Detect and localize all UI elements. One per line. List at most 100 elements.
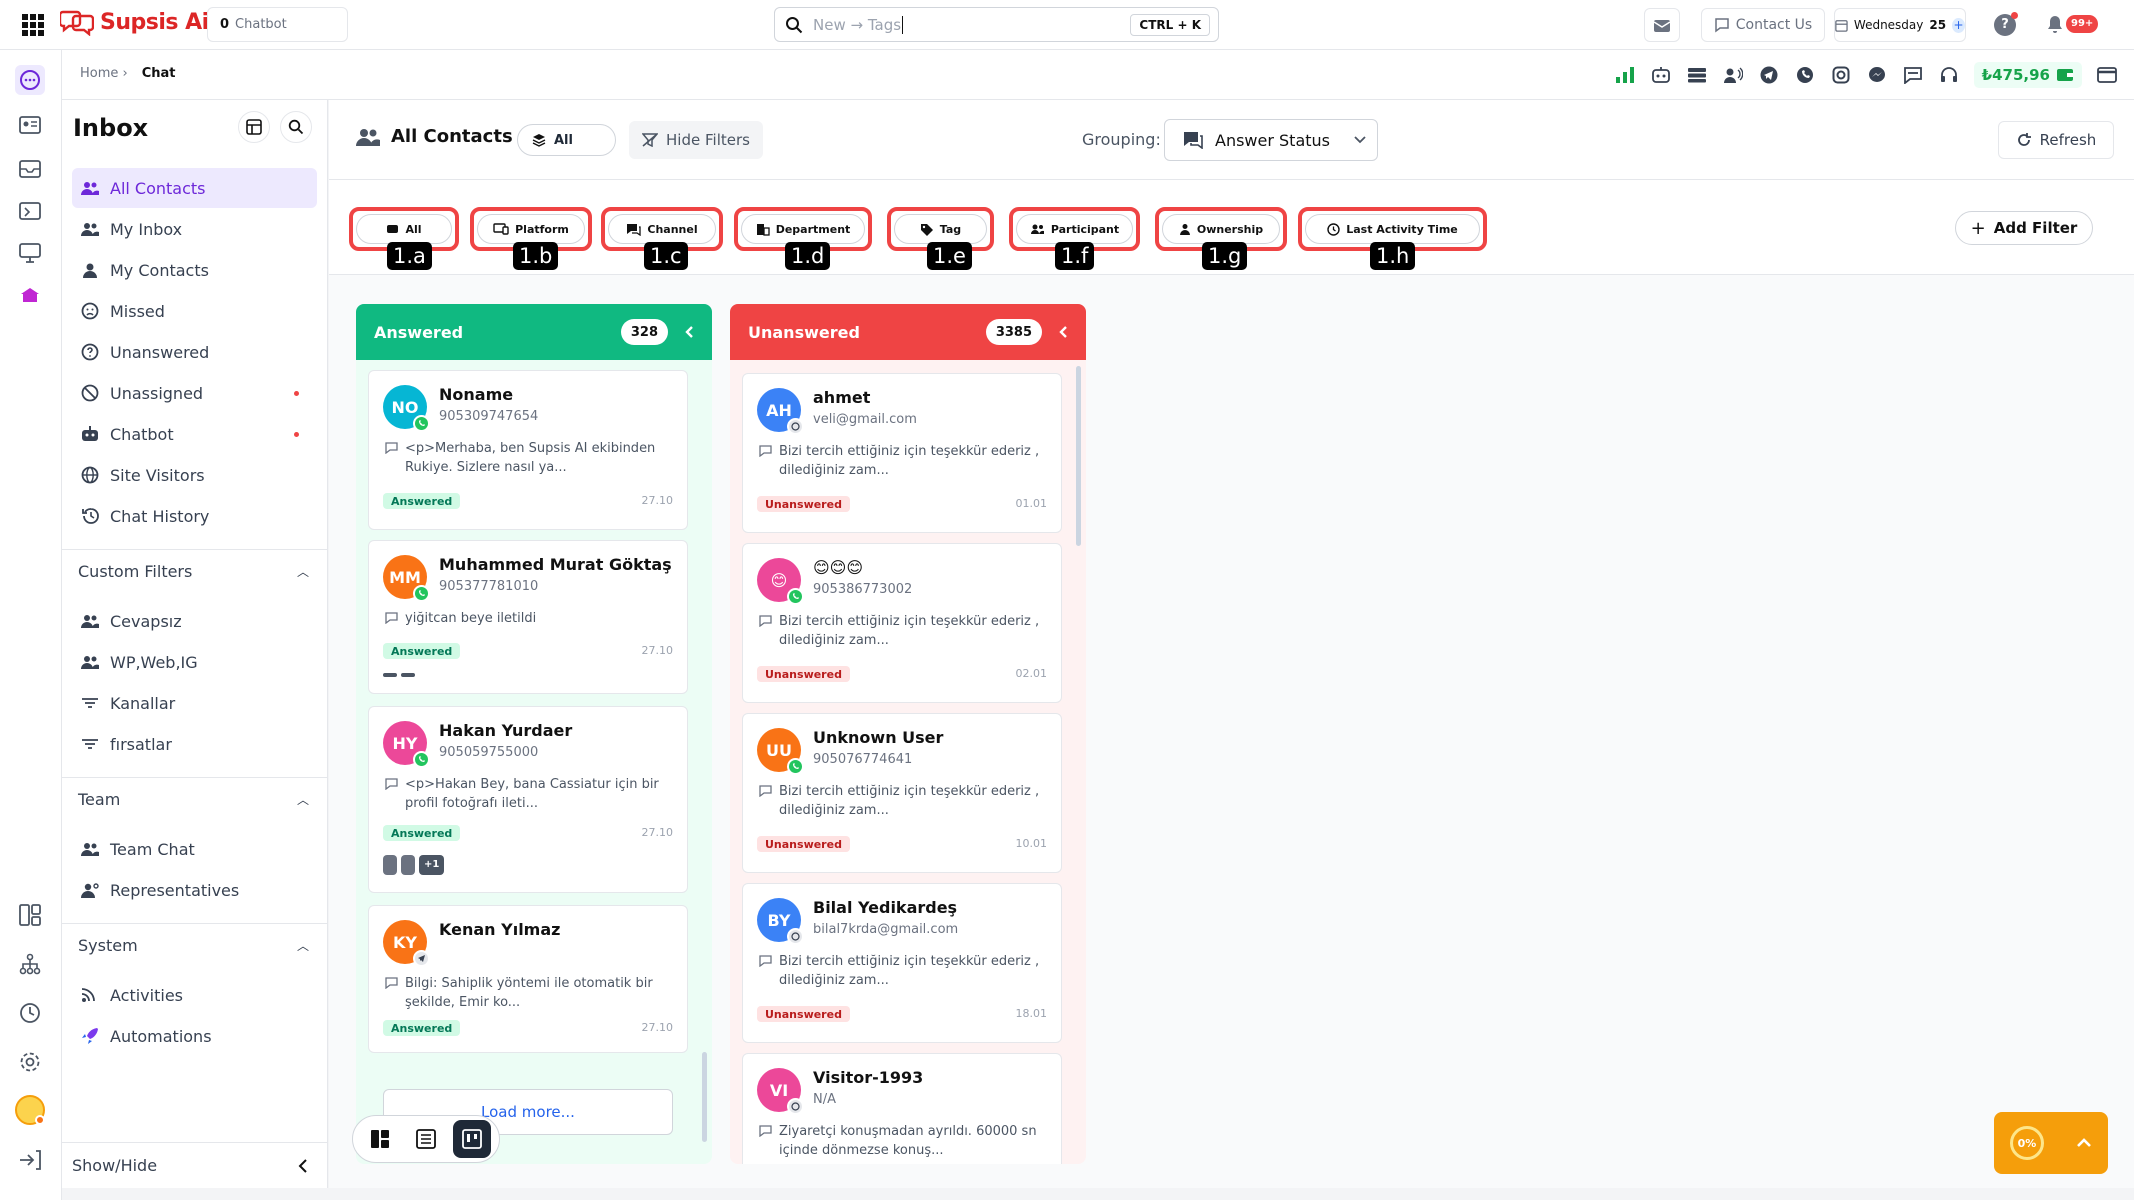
chatbot-counter[interactable]: 0 Chatbot	[207, 7, 348, 42]
show-hide-toggle[interactable]: Show/Hide	[62, 1142, 327, 1188]
contact-card[interactable]: KY Kenan Yılmaz Bilgi: Sahiplik yöntemi …	[368, 905, 688, 1053]
rail-contacts-card-icon[interactable]	[15, 110, 45, 140]
chevron-left-icon[interactable]	[1058, 325, 1068, 339]
tag-more-count[interactable]: +1	[419, 855, 445, 875]
sidebar-item-unanswered[interactable]: Unanswered	[72, 332, 317, 372]
rail-monitor-icon[interactable]	[15, 238, 45, 268]
whatsapp-icon[interactable]	[1794, 64, 1816, 86]
instagram-icon[interactable]	[1830, 64, 1852, 86]
mail-button[interactable]	[1644, 8, 1680, 42]
card-date: 27.10	[641, 826, 674, 839]
custom-filter-cevapsiz[interactable]: Cevapsız	[72, 601, 317, 641]
layout-toggle-button[interactable]	[238, 111, 270, 143]
sidebar-item-label: Unassigned	[110, 383, 204, 403]
sidebar-item-my-contacts[interactable]: My Contacts	[72, 250, 317, 290]
refresh-button[interactable]: Refresh	[1998, 121, 2114, 159]
view-list-button[interactable]	[407, 1120, 445, 1158]
rail-ticket-icon[interactable]	[15, 196, 45, 226]
contact-us-button[interactable]: Contact Us	[1701, 8, 1825, 42]
rail-hierarchy-icon[interactable]	[15, 949, 45, 979]
column-scrollbar[interactable]	[702, 1052, 707, 1142]
window-icon[interactable]	[2096, 64, 2118, 86]
bot-icon[interactable]	[1650, 64, 1672, 86]
headset-icon[interactable]	[1938, 64, 1960, 86]
filter-badge-1a: 1.a	[387, 242, 432, 270]
list-stack-icon[interactable]	[1686, 64, 1708, 86]
breadcrumb-home[interactable]: Home ›	[80, 66, 128, 81]
contact-card[interactable]: VI Visitor-1993 N/A Ziyaretçi konuşmadan…	[742, 1053, 1062, 1164]
message-bubble-icon	[759, 955, 772, 967]
rail-settings-gear-icon[interactable]	[15, 1047, 45, 1077]
sidebar-item-my-inbox[interactable]: My Inbox	[72, 209, 317, 249]
contact-card[interactable]: AH ahmet veli@gmail.com Bizi tercih etti…	[742, 373, 1062, 533]
custom-filters-header[interactable]: Custom Filters ︿	[62, 549, 327, 593]
contact-card[interactable]: BY Bilal Yedikardeş bilal7krda@gmail.com…	[742, 883, 1062, 1043]
sms-icon[interactable]	[1902, 64, 1924, 86]
balance-badge[interactable]: ₺475,96	[1973, 62, 2082, 88]
chat-icon	[627, 223, 642, 236]
grouping-select[interactable]: Answer Status	[1164, 119, 1378, 161]
add-filter-button[interactable]: + Add Filter	[1955, 211, 2093, 245]
contact-card[interactable]: MM Muhammed Murat Göktaş 905377781010 yi…	[368, 540, 688, 694]
rail-user-avatar[interactable]	[15, 1095, 45, 1125]
date-button[interactable]: Wednesday 25 +	[1834, 8, 1966, 42]
hide-filters-button[interactable]: Hide Filters	[629, 121, 763, 159]
messenger-icon[interactable]	[1866, 64, 1888, 86]
rail-logout-icon[interactable]	[15, 1145, 45, 1175]
filter-chip-label: Ownership	[1196, 222, 1264, 236]
rail-chat-icon[interactable]	[15, 65, 45, 95]
contact-card[interactable]: UU Unknown User 905076774641 Bizi tercih…	[742, 713, 1062, 873]
system-header[interactable]: System ︿	[62, 923, 327, 967]
sidebar-item-site-visitors[interactable]: Site Visitors	[72, 455, 317, 495]
team-header[interactable]: Team ︿	[62, 777, 327, 821]
sidebar-item-chat-history[interactable]: Chat History	[72, 496, 317, 536]
rail-layout-icon[interactable]	[15, 900, 45, 930]
avatar: 😊	[757, 558, 804, 605]
sidebar-item-chatbot[interactable]: Chatbot	[72, 414, 317, 454]
message-bubble-icon	[759, 615, 772, 627]
telegram-icon[interactable]	[1758, 64, 1780, 86]
sidebar-search-button[interactable]	[280, 111, 312, 143]
progress-widget[interactable]: 0%	[1994, 1112, 2108, 1174]
custom-filter-firsatlar[interactable]: fırsatlar	[72, 724, 317, 764]
chevron-left-icon[interactable]	[684, 325, 694, 339]
bell-icon[interactable]	[2046, 14, 2064, 38]
contact-card[interactable]: HY Hakan Yurdaer 905059755000 <p>Hakan B…	[368, 706, 688, 893]
contact-card[interactable]: 😊 😊😊😊 905386773002 Bizi tercih ettiğiniz…	[742, 543, 1062, 703]
last-message-text: Bizi tercih ettiğiniz için teşekkür eder…	[779, 614, 1040, 648]
contact-card[interactable]: NO Noname 905309747654 <p>Merhaba, ben S…	[368, 370, 688, 530]
rail-reports-clock-icon[interactable]	[15, 998, 45, 1028]
sidebar-item-unassigned[interactable]: Unassigned	[72, 373, 317, 413]
team-item-team-chat[interactable]: Team Chat	[72, 829, 317, 869]
team-item-representatives[interactable]: Representatives	[72, 870, 317, 910]
avatar-initials: UU	[766, 740, 792, 760]
help-icon[interactable]: ?	[1994, 12, 2018, 36]
contact-phone: 905309747654	[439, 409, 539, 424]
custom-filter-kanallar[interactable]: Kanallar	[72, 683, 317, 723]
refresh-icon	[2017, 133, 2031, 146]
search-input[interactable]: New → Tags	[813, 16, 901, 34]
scope-all-label: All	[554, 132, 573, 148]
rail-inbox-tray-icon[interactable]	[15, 154, 45, 184]
breadcrumb-bar: Home › Chat ₺475,96	[62, 50, 2134, 100]
global-search[interactable]: New → Tags CTRL + K	[774, 7, 1219, 42]
scope-all-pill[interactable]: All	[517, 124, 616, 156]
voice-user-icon[interactable]	[1722, 64, 1744, 86]
building-icon	[756, 223, 770, 236]
signal-bars-icon[interactable]	[1614, 64, 1636, 86]
avatar: VI	[757, 1068, 804, 1115]
chevron-up-icon[interactable]	[2076, 1138, 2092, 1148]
system-item-automations[interactable]: Automations	[72, 1016, 317, 1056]
custom-filter-wp-web-ig[interactable]: WP,Web,IG	[72, 642, 317, 682]
refresh-label: Refresh	[2039, 131, 2097, 149]
brand-logo[interactable]: Supsis Ai	[60, 8, 209, 36]
rail-home-icon[interactable]	[15, 280, 45, 310]
avatar-initials: NO	[391, 397, 419, 417]
view-kanban-button[interactable]	[453, 1120, 491, 1158]
sidebar-item-all-contacts[interactable]: All Contacts	[72, 168, 317, 208]
column-scrollbar[interactable]	[1076, 366, 1081, 546]
apps-grid-icon[interactable]	[22, 14, 44, 36]
system-item-activities[interactable]: Activities	[72, 975, 317, 1015]
sidebar-item-missed[interactable]: Missed	[72, 291, 317, 331]
view-split-button[interactable]	[361, 1120, 399, 1158]
